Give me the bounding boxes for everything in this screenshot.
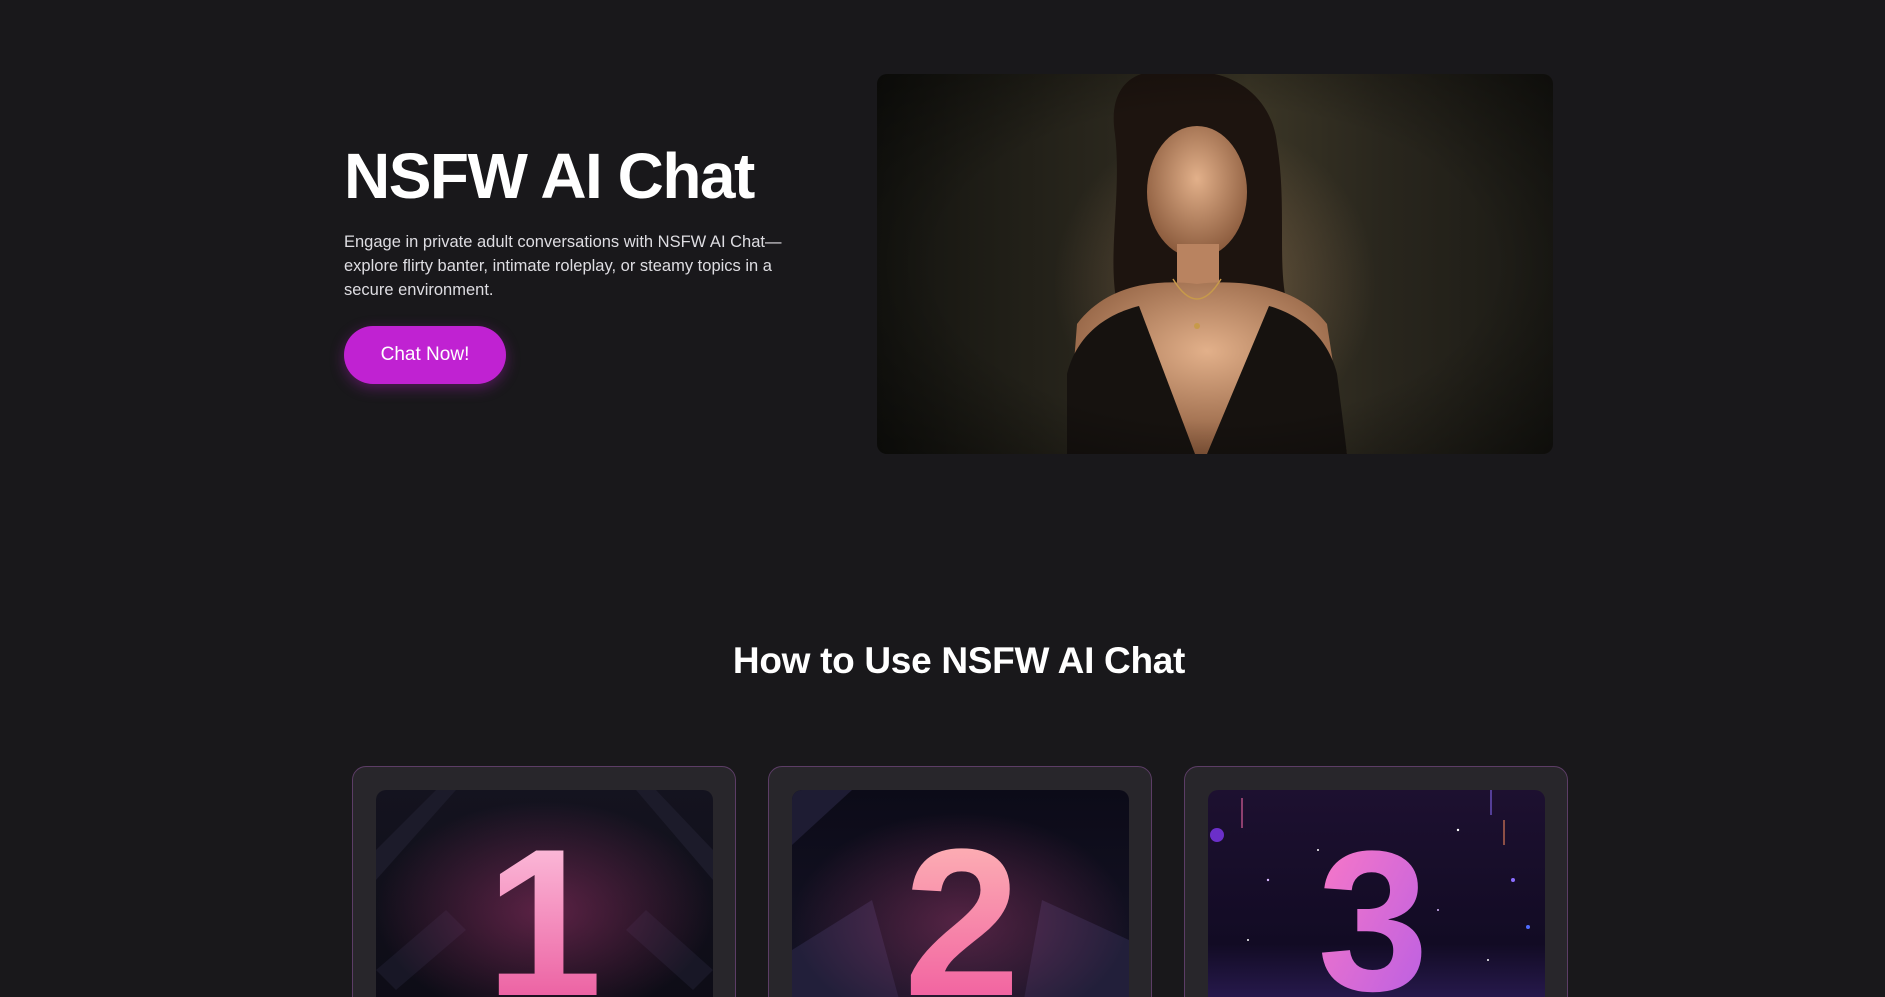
- step-card-1[interactable]: 1: [352, 766, 736, 997]
- step-3-graphic: 3: [1208, 790, 1545, 997]
- step-1-image: 1: [376, 790, 713, 997]
- step-2-graphic: 2: [792, 790, 1129, 997]
- step-3-image: 3: [1208, 790, 1545, 997]
- step-2-number: 2: [904, 805, 1021, 997]
- hero-text-block: NSFW AI Chat Engage in private adult con…: [344, 138, 814, 384]
- step-1-graphic: 1: [376, 790, 713, 997]
- how-to-title: How to Use NSFW AI Chat: [732, 640, 1186, 681]
- hero-description: Engage in private adult conversations wi…: [344, 233, 782, 299]
- hero-portrait-graphic: [877, 74, 1553, 454]
- step-2-image: 2: [792, 790, 1129, 997]
- step-1-number: 1: [486, 805, 603, 997]
- chat-now-button[interactable]: Chat Now!: [344, 326, 506, 384]
- step-3-number: 3: [1317, 810, 1428, 997]
- step-card-2[interactable]: 2: [768, 766, 1152, 997]
- step-card-3[interactable]: 3: [1184, 766, 1568, 997]
- hero-image: [877, 74, 1553, 454]
- hero-title: NSFW AI Chat: [344, 140, 755, 212]
